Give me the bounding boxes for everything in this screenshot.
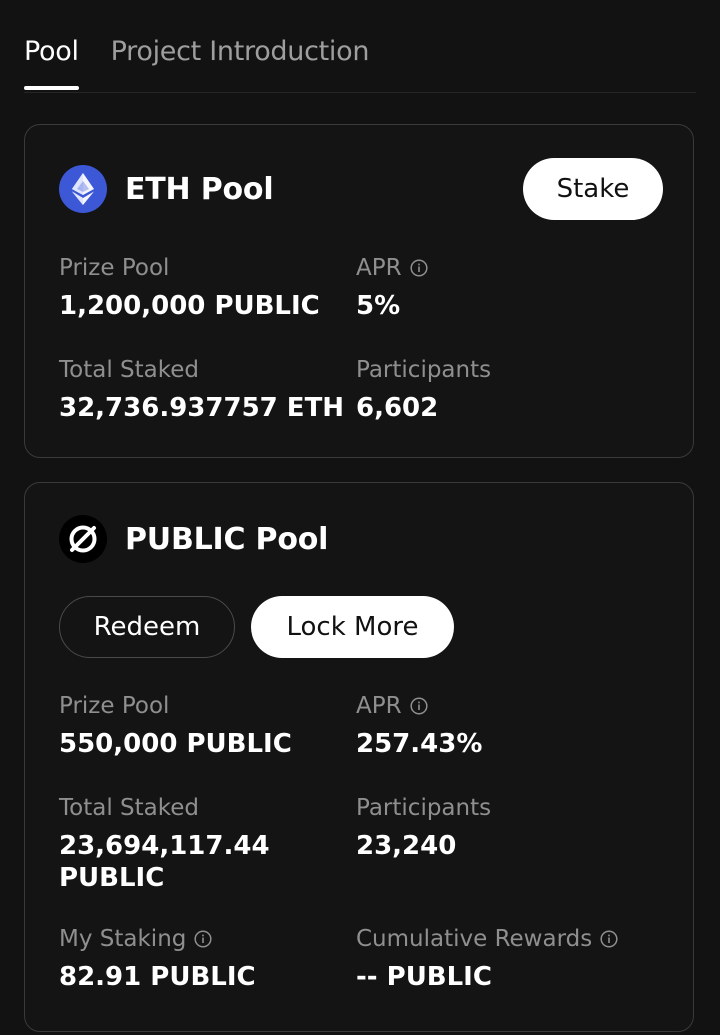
tab-bar: Pool Project Introduction xyxy=(24,30,696,93)
info-icon[interactable] xyxy=(600,930,618,948)
participants-label: Participants xyxy=(356,795,492,821)
total-staked-value: 23,694,117.44 PUBLIC xyxy=(59,831,270,893)
prize-pool-label: Prize Pool xyxy=(59,693,170,719)
apr-value: 257.43% xyxy=(356,729,483,759)
total-staked-value: 32,736.937757 ETH xyxy=(59,393,345,423)
public-participants: Participants 23,240 xyxy=(356,793,491,862)
redeem-button[interactable]: Redeem xyxy=(59,596,235,658)
participants-value: 6,602 xyxy=(356,393,439,423)
total-staked-label: Total Staked xyxy=(59,795,199,821)
my-staking-value: 82.91 PUBLIC xyxy=(59,962,256,992)
eth-participants: Participants 6,602 xyxy=(356,355,491,424)
eth-apr: APR 5% xyxy=(356,253,428,322)
info-icon[interactable] xyxy=(410,697,428,715)
eth-prize-pool: Prize Pool 1,200,000 PUBLIC xyxy=(59,253,320,322)
stat-label: Prize Pool xyxy=(59,253,320,283)
public-apr: APR 257.43% xyxy=(356,691,482,760)
apr-value: 5% xyxy=(356,291,401,321)
participants-value: 23,240 xyxy=(356,831,457,861)
eth-pool-card: ETH Pool Stake Prize Pool 1,200,000 PUBL… xyxy=(24,124,694,458)
public-pool-header: PUBLIC Pool xyxy=(59,515,328,563)
lock-more-button[interactable]: Lock More xyxy=(251,596,454,658)
info-icon[interactable] xyxy=(410,259,428,277)
my-staking-label: My Staking xyxy=(59,926,187,952)
cumulative-rewards-label: Cumulative Rewards xyxy=(356,926,593,952)
public-total-staked: Total Staked 23,694,117.44 PUBLIC xyxy=(59,793,329,894)
apr-label: APR xyxy=(356,255,402,281)
cumulative-rewards: Cumulative Rewards -- PUBLIC xyxy=(356,924,618,993)
public-pool-title: PUBLIC Pool xyxy=(125,521,329,557)
ethereum-icon xyxy=(59,165,107,213)
eth-pool-header: ETH Pool xyxy=(59,165,274,213)
eth-pool-title: ETH Pool xyxy=(125,171,274,207)
cumulative-rewards-value: -- PUBLIC xyxy=(356,962,492,992)
tab-pool[interactable]: Pool xyxy=(24,30,79,90)
info-icon[interactable] xyxy=(194,930,212,948)
participants-label: Participants xyxy=(356,357,492,383)
public-token-icon xyxy=(59,515,107,563)
total-staked-label: Total Staked xyxy=(59,357,199,383)
prize-pool-value: 550,000 PUBLIC xyxy=(59,729,292,759)
apr-label: APR xyxy=(356,693,402,719)
prize-pool-value: 1,200,000 PUBLIC xyxy=(59,291,320,321)
eth-total-staked: Total Staked 32,736.937757 ETH xyxy=(59,355,344,424)
prize-pool-label: Prize Pool xyxy=(59,255,170,281)
tab-project-introduction[interactable]: Project Introduction xyxy=(111,30,370,90)
my-staking: My Staking 82.91 PUBLIC xyxy=(59,924,256,993)
public-pool-card: PUBLIC Pool Redeem Lock More Prize Pool … xyxy=(24,482,694,1032)
stake-button[interactable]: Stake xyxy=(523,158,663,220)
public-prize-pool: Prize Pool 550,000 PUBLIC xyxy=(59,691,292,760)
